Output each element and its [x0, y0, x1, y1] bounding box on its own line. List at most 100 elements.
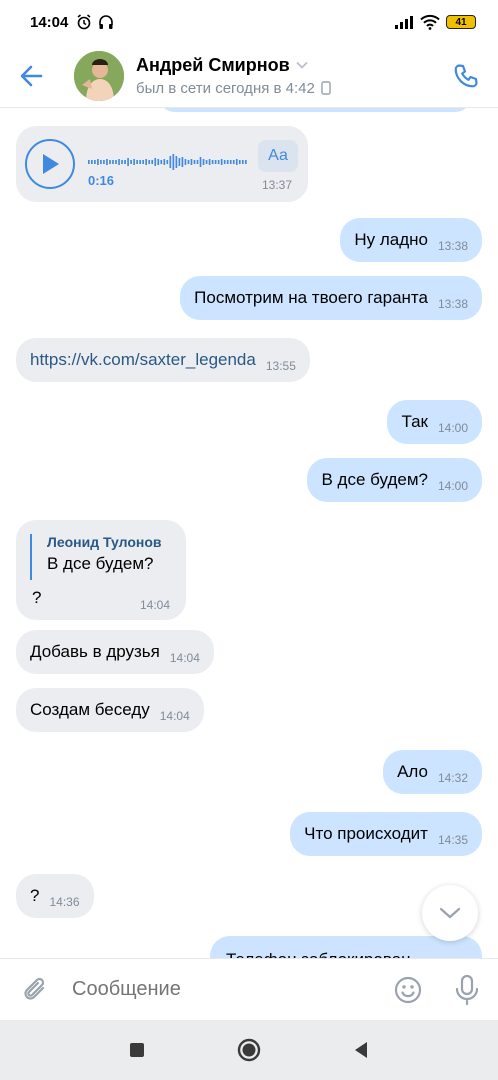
phone-icon — [454, 63, 478, 87]
message-bubble-outgoing[interactable]: Ало 14:32 — [383, 750, 482, 794]
transcribe-button[interactable]: Аа — [258, 140, 298, 172]
waveform-bar — [154, 158, 157, 166]
waveform-bar — [106, 159, 108, 165]
waveform-bar — [193, 160, 196, 164]
paperclip-icon — [24, 977, 45, 1000]
recent-apps-icon — [130, 1043, 144, 1057]
home-icon — [237, 1038, 261, 1062]
chevron-down-icon — [439, 907, 461, 919]
avatar-photo — [74, 50, 124, 101]
home-button[interactable] — [232, 1033, 266, 1067]
waveform-bar — [94, 160, 96, 164]
waveform-bar — [244, 160, 247, 164]
voice-record-button[interactable] — [436, 959, 498, 1021]
waveform-bar — [181, 157, 184, 167]
waveform-bar — [238, 160, 241, 164]
avatar[interactable] — [74, 50, 124, 101]
message-time: 13:38 — [437, 239, 468, 253]
message-input[interactable] — [72, 978, 380, 1001]
message-text: ? — [30, 886, 40, 905]
play-icon — [43, 154, 59, 174]
waveform-bar — [172, 154, 175, 170]
waveform-bar — [211, 160, 214, 164]
microphone-icon — [455, 974, 479, 1005]
message-bubble-incoming[interactable]: Добавь в друзья 14:04 — [16, 630, 214, 674]
waveform-bar — [115, 160, 117, 164]
message-bubble-reply[interactable]: Леонид Тулонов В дсе будем? ? 14:04 — [16, 520, 186, 620]
waveform-bar — [199, 157, 202, 167]
system-navigation-bar — [0, 1020, 498, 1080]
waveform-bar — [142, 160, 144, 164]
waveform-bar — [175, 156, 178, 168]
call-button[interactable] — [434, 44, 498, 108]
waveform-bar — [178, 158, 181, 166]
waveform-bar — [136, 160, 138, 164]
message-time: 14:04 — [169, 651, 200, 665]
waveform-bar — [148, 160, 151, 164]
waveform-bar — [88, 160, 90, 164]
message-time: 14:04 — [139, 598, 170, 612]
emoji-icon — [394, 976, 422, 1003]
back-icon — [355, 1042, 367, 1058]
status-time: 14:04 — [30, 13, 69, 31]
message-time: 13:38 — [437, 297, 468, 311]
attach-button[interactable] — [0, 959, 72, 1021]
message-bubble-outgoing[interactable]: Посмотрим на твоего гаранта 13:38 — [180, 276, 482, 320]
voice-duration: 0:16 — [88, 173, 115, 188]
message-bubble-outgoing[interactable]: Что происходит 14:35 — [290, 812, 482, 856]
waveform-bar — [163, 159, 166, 165]
message-bubble-partial-top — [160, 108, 470, 112]
waveform-bar — [229, 160, 232, 164]
waveform-bar — [151, 160, 154, 164]
waveform-bar — [223, 160, 226, 164]
waveform-bar — [166, 160, 169, 164]
waveform-bar — [103, 160, 105, 164]
waveform-bar — [169, 156, 172, 168]
message-bubble-incoming[interactable]: https://vk.com/saxter_legenda 13:55 — [16, 338, 310, 382]
message-list[interactable]: 0:16 Аа 13:37 Ну ладно 13:38 Посмотрим н… — [0, 108, 498, 958]
waveform-bar — [109, 160, 111, 164]
waveform[interactable] — [88, 154, 248, 170]
emoji-button[interactable] — [380, 959, 436, 1021]
quote-author[interactable]: Леонид Тулонов — [47, 534, 162, 550]
waveform-bar — [133, 159, 135, 165]
waveform-bar — [121, 160, 123, 164]
message-time: 14:00 — [437, 479, 468, 493]
message-text: Что происходит — [304, 824, 428, 843]
message-bubble-incoming[interactable]: Создам беседу 14:04 — [16, 688, 204, 732]
message-time: 13:55 — [265, 359, 296, 373]
waveform-bar — [241, 160, 244, 164]
waveform-bar — [97, 159, 99, 165]
message-text: Телефон заблокирован — [226, 950, 411, 958]
waveform-bar — [184, 159, 187, 165]
waveform-bar — [118, 159, 120, 165]
contact-status-text: был в сети сегодня в 4:42 — [136, 79, 315, 97]
scroll-down-button[interactable] — [422, 885, 478, 941]
back-nav-button[interactable] — [344, 1033, 378, 1067]
back-button[interactable] — [0, 44, 64, 108]
waveform-bar — [130, 160, 132, 164]
message-bubble-incoming[interactable]: ? 14:36 — [16, 874, 94, 918]
battery-icon: 41 — [446, 15, 476, 29]
message-bubble-outgoing[interactable]: Ну ладно 13:38 — [340, 218, 482, 262]
quote-text: В дсе будем? — [47, 554, 154, 573]
waveform-bar — [112, 160, 114, 164]
play-button[interactable] — [25, 139, 75, 189]
voice-message[interactable]: 0:16 Аа 13:37 — [16, 126, 308, 202]
waveform-bar — [226, 160, 229, 164]
contact-name-text: Андрей Смирнов — [136, 54, 290, 75]
recent-apps-button[interactable] — [120, 1033, 154, 1067]
message-bubble-outgoing[interactable]: Так 14:00 — [387, 400, 482, 444]
message-link[interactable]: https://vk.com/saxter_legenda — [30, 350, 256, 370]
chat-header: Андрей Смирнов был в сети сегодня в 4:42 — [0, 44, 498, 108]
waveform-bar — [196, 160, 199, 164]
message-text: Ну ладно — [354, 230, 428, 249]
message-bubble-outgoing[interactable]: В дсе будем? 14:00 — [307, 458, 482, 502]
contact-name[interactable]: Андрей Смирнов — [136, 55, 434, 76]
contact-status: был в сети сегодня в 4:42 — [136, 80, 434, 97]
chevron-down-icon — [296, 61, 308, 69]
waveform-bar — [124, 160, 126, 164]
quote-bar — [30, 534, 32, 580]
message-text: Создам беседу — [30, 700, 150, 719]
message-time: 14:32 — [437, 771, 468, 785]
